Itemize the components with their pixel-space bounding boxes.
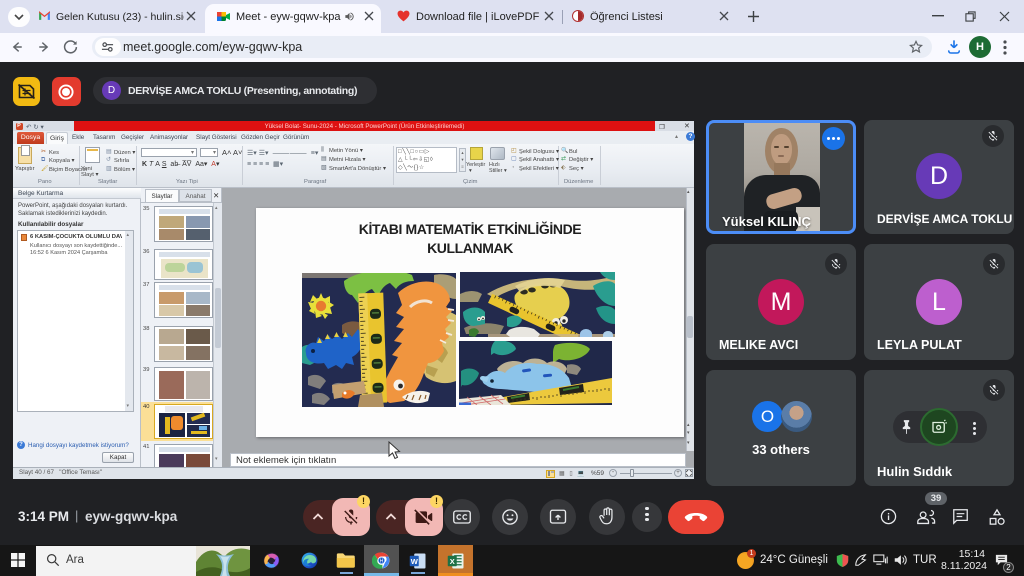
svg-text:X: X — [450, 557, 455, 566]
svg-text:W: W — [411, 557, 419, 566]
svg-text:H: H — [380, 558, 384, 564]
